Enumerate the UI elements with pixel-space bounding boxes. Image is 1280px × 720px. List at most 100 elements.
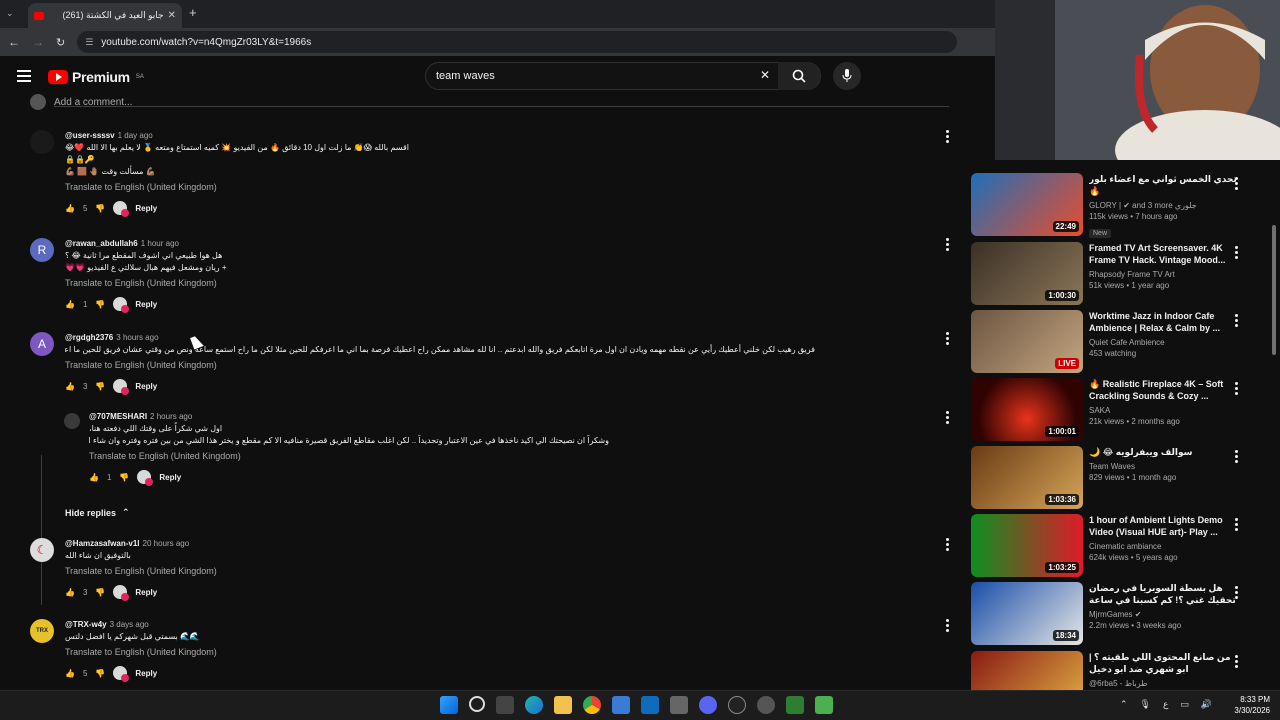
reply-button[interactable]: Reply: [135, 300, 157, 309]
reply-button[interactable]: Reply: [159, 473, 181, 482]
voice-search-button[interactable]: [833, 62, 861, 90]
video-card[interactable]: 1:03:25 1 hour of Ambient Lights Demo Vi…: [971, 514, 1271, 578]
new-tab-button[interactable]: +: [189, 5, 197, 20]
dislike-icon[interactable]: 👎: [119, 473, 129, 482]
video-title[interactable]: 🔥 Realistic Fireplace 4K – Soft Cracklin…: [1089, 378, 1239, 402]
reply-button[interactable]: Reply: [135, 204, 157, 213]
video-card[interactable]: 22:49 تحدي الخمس ثواني مع اعضاء بلور 🔥 GL…: [971, 173, 1271, 238]
video-channel[interactable]: SAKA: [1089, 405, 1239, 416]
like-icon[interactable]: 👍: [65, 204, 75, 213]
dislike-icon[interactable]: 👎: [95, 300, 105, 309]
dislike-icon[interactable]: 👎: [95, 204, 105, 213]
github-icon[interactable]: [728, 696, 746, 714]
more-options-icon[interactable]: [946, 411, 950, 424]
video-card[interactable]: 1:00:01 🔥 Realistic Fireplace 4K – Soft …: [971, 378, 1271, 442]
more-options-icon[interactable]: [1235, 586, 1239, 599]
hide-replies-button[interactable]: Hide replies ⌃: [65, 507, 130, 518]
more-options-icon[interactable]: [1235, 450, 1239, 463]
language-indicator[interactable]: ع: [1163, 699, 1168, 710]
dislike-icon[interactable]: 👎: [95, 588, 105, 597]
video-title[interactable]: 1 hour of Ambient Lights Demo Video (Vis…: [1089, 514, 1239, 538]
comment-author[interactable]: @707MESHARI: [89, 412, 147, 421]
app-icon[interactable]: [815, 696, 833, 714]
comment-author[interactable]: @user-ssssv: [65, 131, 115, 140]
comment-author[interactable]: @TRX-w4y: [65, 620, 107, 629]
video-channel[interactable]: @6rba5 - طرباط: [1089, 678, 1239, 689]
more-options-icon[interactable]: [1235, 382, 1239, 395]
back-icon[interactable]: ←: [8, 35, 20, 49]
site-info-icon[interactable]: ☰: [85, 37, 93, 48]
address-bar[interactable]: ☰ youtube.com/watch?v=n4QmgZr03LY&t=1966…: [77, 31, 958, 53]
comment-time[interactable]: 20 hours ago: [143, 539, 190, 548]
like-icon[interactable]: 👍: [89, 473, 99, 482]
network-icon[interactable]: ▭: [1180, 699, 1189, 710]
comment-author[interactable]: @rawan_abdullah6: [65, 239, 138, 248]
browser-tab[interactable]: جابو العيد في الكشتة (261) ✕: [28, 3, 182, 28]
menu-icon[interactable]: [17, 70, 31, 82]
windows-start-icon[interactable]: [440, 696, 458, 714]
chevron-up-icon[interactable]: ⌃: [1120, 699, 1128, 710]
comment-time[interactable]: 3 days ago: [110, 620, 149, 629]
like-icon[interactable]: 👍: [65, 300, 75, 309]
more-options-icon[interactable]: [946, 238, 950, 251]
reply-button[interactable]: Reply: [135, 382, 157, 391]
video-title[interactable]: هل بسطة السوبريا في رمضان تحقيك غني ؟! ك…: [1089, 582, 1239, 606]
like-icon[interactable]: 👍: [65, 669, 75, 678]
edge-icon[interactable]: [525, 696, 543, 714]
file-explorer-icon[interactable]: [554, 696, 572, 714]
reply-button[interactable]: Reply: [135, 588, 157, 597]
video-thumbnail[interactable]: 22:49: [971, 173, 1083, 236]
reply-button[interactable]: Reply: [135, 669, 157, 678]
tab-list-icon[interactable]: ⌄: [6, 8, 14, 19]
comment-author[interactable]: @Hamzasafwan-v1l: [65, 539, 140, 548]
comment-time[interactable]: 2 hours ago: [150, 412, 192, 421]
video-thumbnail[interactable]: 18:34: [971, 582, 1083, 645]
like-icon[interactable]: 👍: [65, 588, 75, 597]
more-options-icon[interactable]: [1235, 246, 1239, 259]
more-options-icon[interactable]: [1235, 177, 1239, 190]
video-thumbnail[interactable]: 1:00:01: [971, 378, 1083, 441]
avatar[interactable]: ☾: [30, 538, 54, 562]
close-tab-icon[interactable]: ✕: [168, 10, 176, 21]
video-title[interactable]: سوالف ويبفرلويه 😂 🌙: [1089, 446, 1239, 458]
comment-time[interactable]: 3 hours ago: [116, 333, 158, 342]
translate-link[interactable]: Translate to English (United Kingdom): [65, 276, 905, 290]
comment-time[interactable]: 1 day ago: [118, 131, 153, 140]
video-channel[interactable]: Quiet Cafe Ambience: [1089, 337, 1239, 348]
more-options-icon[interactable]: [1235, 655, 1239, 668]
app-icon[interactable]: [670, 696, 688, 714]
video-thumbnail[interactable]: 1:03:25: [971, 514, 1083, 577]
video-channel[interactable]: MjrmGames ✔: [1089, 609, 1239, 620]
avatar[interactable]: A: [30, 332, 54, 356]
avatar[interactable]: [30, 130, 54, 154]
search-box[interactable]: team waves ✕: [425, 62, 821, 90]
obs-icon[interactable]: [757, 696, 775, 714]
more-options-icon[interactable]: [946, 130, 950, 143]
app-icon[interactable]: [786, 696, 804, 714]
avatar[interactable]: R: [30, 238, 54, 262]
like-icon[interactable]: 👍: [65, 382, 75, 391]
video-thumbnail[interactable]: 1:03:36: [971, 446, 1083, 509]
add-comment-row[interactable]: Add a comment...: [30, 94, 132, 110]
outlook-icon[interactable]: [641, 696, 659, 714]
more-options-icon[interactable]: [946, 538, 950, 551]
more-options-icon[interactable]: [946, 332, 950, 345]
video-title[interactable]: تحدي الخمس ثواني مع اعضاء بلور 🔥: [1089, 173, 1239, 197]
microphone-icon[interactable]: 🎙: [1140, 699, 1151, 710]
video-thumbnail[interactable]: 1:00:30: [971, 242, 1083, 305]
search-input[interactable]: team waves: [436, 70, 495, 82]
volume-icon[interactable]: 🔊: [1201, 699, 1212, 710]
chrome-icon[interactable]: [583, 696, 601, 714]
avatar[interactable]: [64, 413, 80, 429]
search-icon[interactable]: [469, 696, 485, 712]
search-button[interactable]: [778, 62, 820, 90]
avatar[interactable]: TRX: [30, 619, 54, 643]
video-channel[interactable]: Cinematic ambiance: [1089, 541, 1239, 552]
video-title[interactable]: Framed TV Art Screensaver. 4K Frame TV H…: [1089, 242, 1239, 266]
video-card[interactable]: LIVE Worktime Jazz in Indoor Cafe Ambien…: [971, 310, 1271, 374]
translate-link[interactable]: Translate to English (United Kingdom): [65, 564, 905, 578]
clear-search-icon[interactable]: ✕: [760, 68, 770, 82]
translate-link[interactable]: Translate to English (United Kingdom): [65, 645, 905, 659]
video-thumbnail[interactable]: LIVE: [971, 310, 1083, 373]
video-channel[interactable]: Rhapsody Frame TV Art: [1089, 269, 1239, 280]
